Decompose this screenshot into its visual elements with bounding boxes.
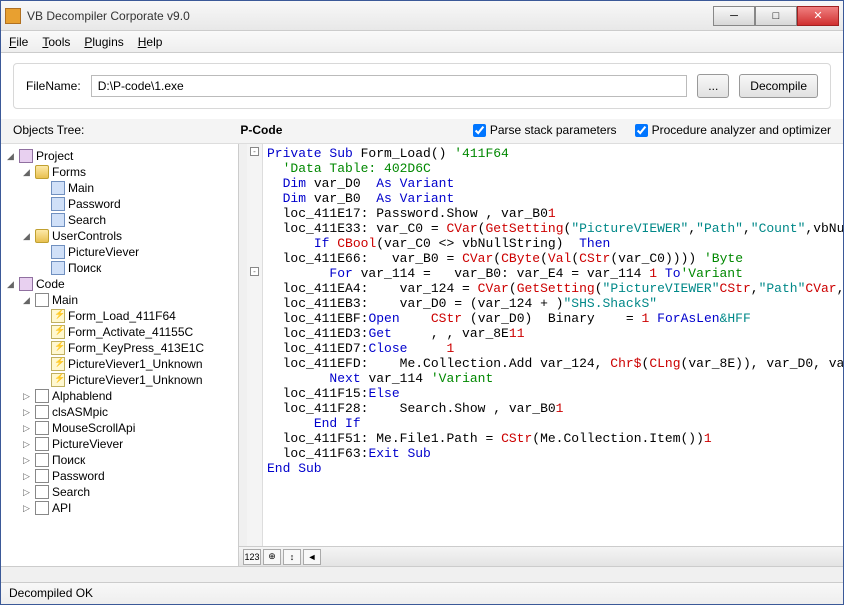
objects-tree-label: Objects Tree: xyxy=(13,123,84,137)
file-row: FileName: ... Decompile xyxy=(13,63,831,109)
tree-forms[interactable]: ◢ Forms xyxy=(21,164,238,180)
code-view[interactable]: - - Private Sub Form_Load() '411F64 'Dat… xyxy=(239,144,843,546)
tree-usercontrols[interactable]: ◢ UserControls xyxy=(21,228,238,244)
menubar: File Tools Plugins Help xyxy=(1,31,843,53)
parse-stack-checkbox[interactable]: Parse stack parameters xyxy=(473,123,617,137)
toolbar-btn[interactable]: ◄ xyxy=(303,549,321,565)
code-toolbar: 123 ⊕ ↕ ◄ xyxy=(239,546,843,566)
tree-code[interactable]: ◢ Code xyxy=(5,276,238,292)
fold-icon[interactable]: - xyxy=(250,147,259,156)
filename-input[interactable] xyxy=(91,75,688,97)
code-panel: - - Private Sub Form_Load() '411F64 'Dat… xyxy=(239,144,843,566)
tree-proc[interactable]: Form_Activate_41155C xyxy=(37,324,238,340)
tree-uc-item[interactable]: Поиск xyxy=(37,260,238,276)
menu-tools[interactable]: Tools xyxy=(42,35,70,49)
menu-plugins[interactable]: Plugins xyxy=(84,35,123,49)
tree-class[interactable]: ▷ PictureViever xyxy=(21,436,238,452)
maximize-button[interactable]: □ xyxy=(755,6,797,26)
menu-file[interactable]: File xyxy=(9,35,28,49)
minimize-button[interactable]: ─ xyxy=(713,6,755,26)
window-title: VB Decompiler Corporate v9.0 xyxy=(27,9,713,23)
fold-icon[interactable]: - xyxy=(250,267,259,276)
app-window: VB Decompiler Corporate v9.0 ─ □ ✕ File … xyxy=(0,0,844,605)
tree-proc[interactable]: PictureViever1_Unknown xyxy=(37,356,238,372)
close-button[interactable]: ✕ xyxy=(797,6,839,26)
tree-main-module[interactable]: ◢ Main xyxy=(21,292,238,308)
decompile-button[interactable]: Decompile xyxy=(739,74,818,98)
tree-proc[interactable]: PictureViever1_Unknown xyxy=(37,372,238,388)
app-icon xyxy=(5,8,21,24)
tree-class[interactable]: ▷ MouseScrollApi xyxy=(21,420,238,436)
header-row: Objects Tree: P-Code Parse stack paramet… xyxy=(1,119,843,144)
tree-hscroll[interactable] xyxy=(1,566,843,582)
tree-class[interactable]: ▷ Password xyxy=(21,468,238,484)
titlebar: VB Decompiler Corporate v9.0 ─ □ ✕ xyxy=(1,1,843,31)
tree-class[interactable]: ▷ Поиск xyxy=(21,452,238,468)
filename-label: FileName: xyxy=(26,79,81,93)
tree-class[interactable]: ▷ clsASMpic xyxy=(21,404,238,420)
toolbar-btn[interactable]: ↕ xyxy=(283,549,301,565)
window-buttons: ─ □ ✕ xyxy=(713,6,839,26)
menu-help[interactable]: Help xyxy=(138,35,163,49)
browse-button[interactable]: ... xyxy=(697,74,729,98)
tree-proc[interactable]: Form_Load_411F64 xyxy=(37,308,238,324)
tree-project[interactable]: ◢ Project xyxy=(5,148,238,164)
code-gutter: - - xyxy=(247,144,263,546)
main-area: ◢ Project◢ Forms Main Password Search◢ U… xyxy=(1,144,843,566)
tree-form-item[interactable]: Main xyxy=(37,180,238,196)
toolbar-btn[interactable]: 123 xyxy=(243,549,261,565)
objects-tree[interactable]: ◢ Project◢ Forms Main Password Search◢ U… xyxy=(1,144,239,566)
toolbar-btn[interactable]: ⊕ xyxy=(263,549,281,565)
code-text: Private Sub Form_Load() '411F64 'Data Ta… xyxy=(247,144,843,478)
tree-form-item[interactable]: Password xyxy=(37,196,238,212)
tree-class[interactable]: ▷ Search xyxy=(21,484,238,500)
tree-class[interactable]: ▷ API xyxy=(21,500,238,516)
status-bar: Decompiled OK xyxy=(1,582,843,604)
pcode-label: P-Code xyxy=(240,123,282,137)
procedure-analyzer-checkbox[interactable]: Procedure analyzer and optimizer xyxy=(635,123,831,137)
tree-uc-item[interactable]: PictureViever xyxy=(37,244,238,260)
tree-form-item[interactable]: Search xyxy=(37,212,238,228)
tree-class[interactable]: ▷ Alphablend xyxy=(21,388,238,404)
tree-proc[interactable]: Form_KeyPress_413E1C xyxy=(37,340,238,356)
